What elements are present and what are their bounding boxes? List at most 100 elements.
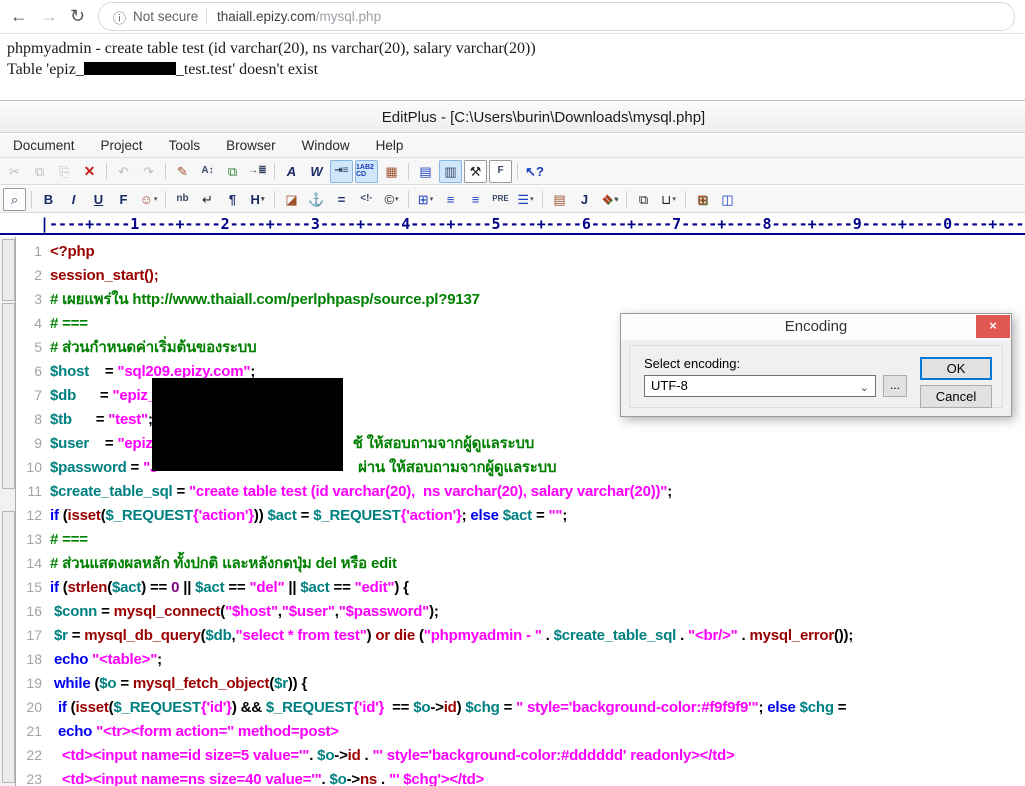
heading-icon[interactable]: H xyxy=(246,188,269,211)
comment-icon[interactable]: <!· xyxy=(355,188,378,211)
table-icon[interactable]: ⊞ xyxy=(414,188,437,211)
toolbar-separator xyxy=(408,190,409,208)
copy-lines-icon[interactable]: ⧉ xyxy=(221,160,244,183)
line-number: 11 xyxy=(27,483,42,499)
nbsp-icon[interactable]: nb xyxy=(171,188,194,211)
forward-icon[interactable]: → xyxy=(40,4,58,28)
script-icon[interactable]: ▤ xyxy=(548,188,571,211)
context-help-icon[interactable]: ↖? xyxy=(523,160,546,183)
italic-icon[interactable]: I xyxy=(62,188,85,211)
toolbar-separator xyxy=(106,162,107,180)
line-break-icon[interactable]: ↵ xyxy=(196,188,219,211)
close-icon[interactable]: × xyxy=(976,315,1010,338)
object-icon[interactable]: ⧉ xyxy=(632,188,655,211)
image-icon[interactable]: ◪ xyxy=(280,188,303,211)
sort-icon[interactable]: A↕ xyxy=(196,160,219,183)
code-token: = xyxy=(89,435,118,452)
browser-pane-icon[interactable]: ▥ xyxy=(439,159,462,183)
font-style-icon[interactable]: A xyxy=(280,160,303,183)
delete-icon[interactable]: ✕ xyxy=(78,160,101,183)
toolbar-separator xyxy=(31,190,32,208)
font-icon[interactable]: F xyxy=(112,188,135,211)
code-token: {'action'} xyxy=(400,507,462,524)
chevron-down-icon: ⌄ xyxy=(859,382,869,394)
code-token: = xyxy=(71,411,109,428)
code-token: . xyxy=(737,627,750,644)
code-token: . xyxy=(676,627,689,644)
activex-icon[interactable]: ⊞ xyxy=(691,188,714,211)
code-token: -> xyxy=(430,699,444,716)
code-line: 22 <td><input name=id size=5 value='". $… xyxy=(16,743,1025,767)
toolbar-separator xyxy=(685,190,686,208)
url-path: /mysql.php xyxy=(315,9,382,24)
code-token: {'action'} xyxy=(192,507,254,524)
highlight-tool-icon[interactable]: ✎ xyxy=(171,160,194,183)
colors-icon[interactable]: ❖ xyxy=(598,188,621,211)
code-token: ( xyxy=(58,579,68,596)
menu-help[interactable]: Help xyxy=(363,134,417,157)
bold-icon[interactable]: B xyxy=(37,188,60,211)
menu-document[interactable]: Document xyxy=(0,134,88,157)
emoticon-icon[interactable]: ☺ xyxy=(137,188,160,211)
ok-button[interactable]: OK xyxy=(920,357,992,380)
address-bar[interactable]: ⓘ Not secure thaiall.epizy.com/mysql.php xyxy=(98,2,1015,31)
page-output-line2: Table 'epiz_ _test.test' doesn't exist xyxy=(7,61,319,78)
char-chart-icon[interactable]: ▦ xyxy=(380,160,403,183)
code-token: = xyxy=(531,507,549,524)
align-right-icon[interactable]: ≡ xyxy=(464,188,487,211)
code-token: # === xyxy=(50,531,88,548)
code-token: ; xyxy=(667,483,673,500)
frameset-icon[interactable]: ◫ xyxy=(716,188,739,211)
back-icon[interactable]: ← xyxy=(10,4,28,28)
reload-icon[interactable]: ↻ xyxy=(70,4,85,28)
browser-preview-icon[interactable]: ⌕ xyxy=(3,187,26,211)
anchor-icon[interactable]: ⚓ xyxy=(305,188,328,211)
list-icon[interactable]: ☰ xyxy=(514,188,537,211)
copy-icon[interactable]: ⧉ xyxy=(28,160,51,183)
div-icon[interactable]: ⊔ xyxy=(657,188,680,211)
code-token: "" xyxy=(548,507,563,524)
code-line: 21 echo "<tr><form action='' method=post… xyxy=(16,719,1025,743)
undo-icon[interactable]: ↶ xyxy=(112,160,135,183)
menu-window[interactable]: Window xyxy=(289,134,363,157)
code-token: $act xyxy=(502,507,532,524)
info-icon[interactable]: ⓘ xyxy=(113,8,126,27)
left-panel-edge xyxy=(0,237,16,786)
function-list-icon[interactable]: F xyxy=(489,159,512,183)
toolbar-separator xyxy=(165,162,166,180)
align-center-icon[interactable]: ≡ xyxy=(439,188,462,211)
more-encodings-button[interactable]: ... xyxy=(883,375,907,397)
line-number: 22 xyxy=(26,747,42,763)
menu-project[interactable]: Project xyxy=(88,134,156,157)
code-token: $chg xyxy=(799,699,834,716)
code-token: # ส่วนแสดงผลหลัก ทั้งปกติ และหลังกดปุ่ม … xyxy=(50,555,397,572)
word-wrap-icon[interactable]: ⇥≡ xyxy=(330,159,353,183)
line-numbers-icon[interactable]: 1AB2CD xyxy=(355,159,378,183)
encoding-select[interactable]: UTF-8 ⌄ xyxy=(644,375,876,397)
javascript-icon[interactable]: J xyxy=(573,188,596,211)
paragraph-icon[interactable]: ¶ xyxy=(221,188,244,211)
horizontal-rule-icon[interactable]: = xyxy=(330,188,353,211)
code-token: isset xyxy=(75,699,109,716)
menu-browser[interactable]: Browser xyxy=(213,134,289,157)
redo-icon[interactable]: ↷ xyxy=(137,160,160,183)
code-token: $_REQUEST xyxy=(113,699,201,716)
special-char-icon[interactable]: © xyxy=(380,188,403,211)
code-token: mysql_error xyxy=(749,627,834,644)
document-list-icon[interactable]: ▤ xyxy=(414,160,437,183)
code-token: "create table test (id varchar(20), ns v… xyxy=(189,483,668,500)
user-tool-icon[interactable]: ⚒ xyxy=(464,159,487,183)
watermark-icon[interactable]: W xyxy=(305,160,328,183)
line-number: 10 xyxy=(26,459,42,475)
underline-icon[interactable]: U xyxy=(87,188,110,211)
cut-icon[interactable]: ✂ xyxy=(3,160,26,183)
auto-indent-icon[interactable]: →≣ xyxy=(246,160,269,183)
cancel-button[interactable]: Cancel xyxy=(920,385,992,408)
line-number: 20 xyxy=(26,699,42,715)
menu-tools[interactable]: Tools xyxy=(156,134,214,157)
code-token: ; xyxy=(157,651,162,668)
code-line: 18 echo "<table>"; xyxy=(16,647,1025,671)
pre-icon[interactable]: PRE xyxy=(489,188,512,211)
paste-icon[interactable]: ⎘ xyxy=(53,160,76,183)
